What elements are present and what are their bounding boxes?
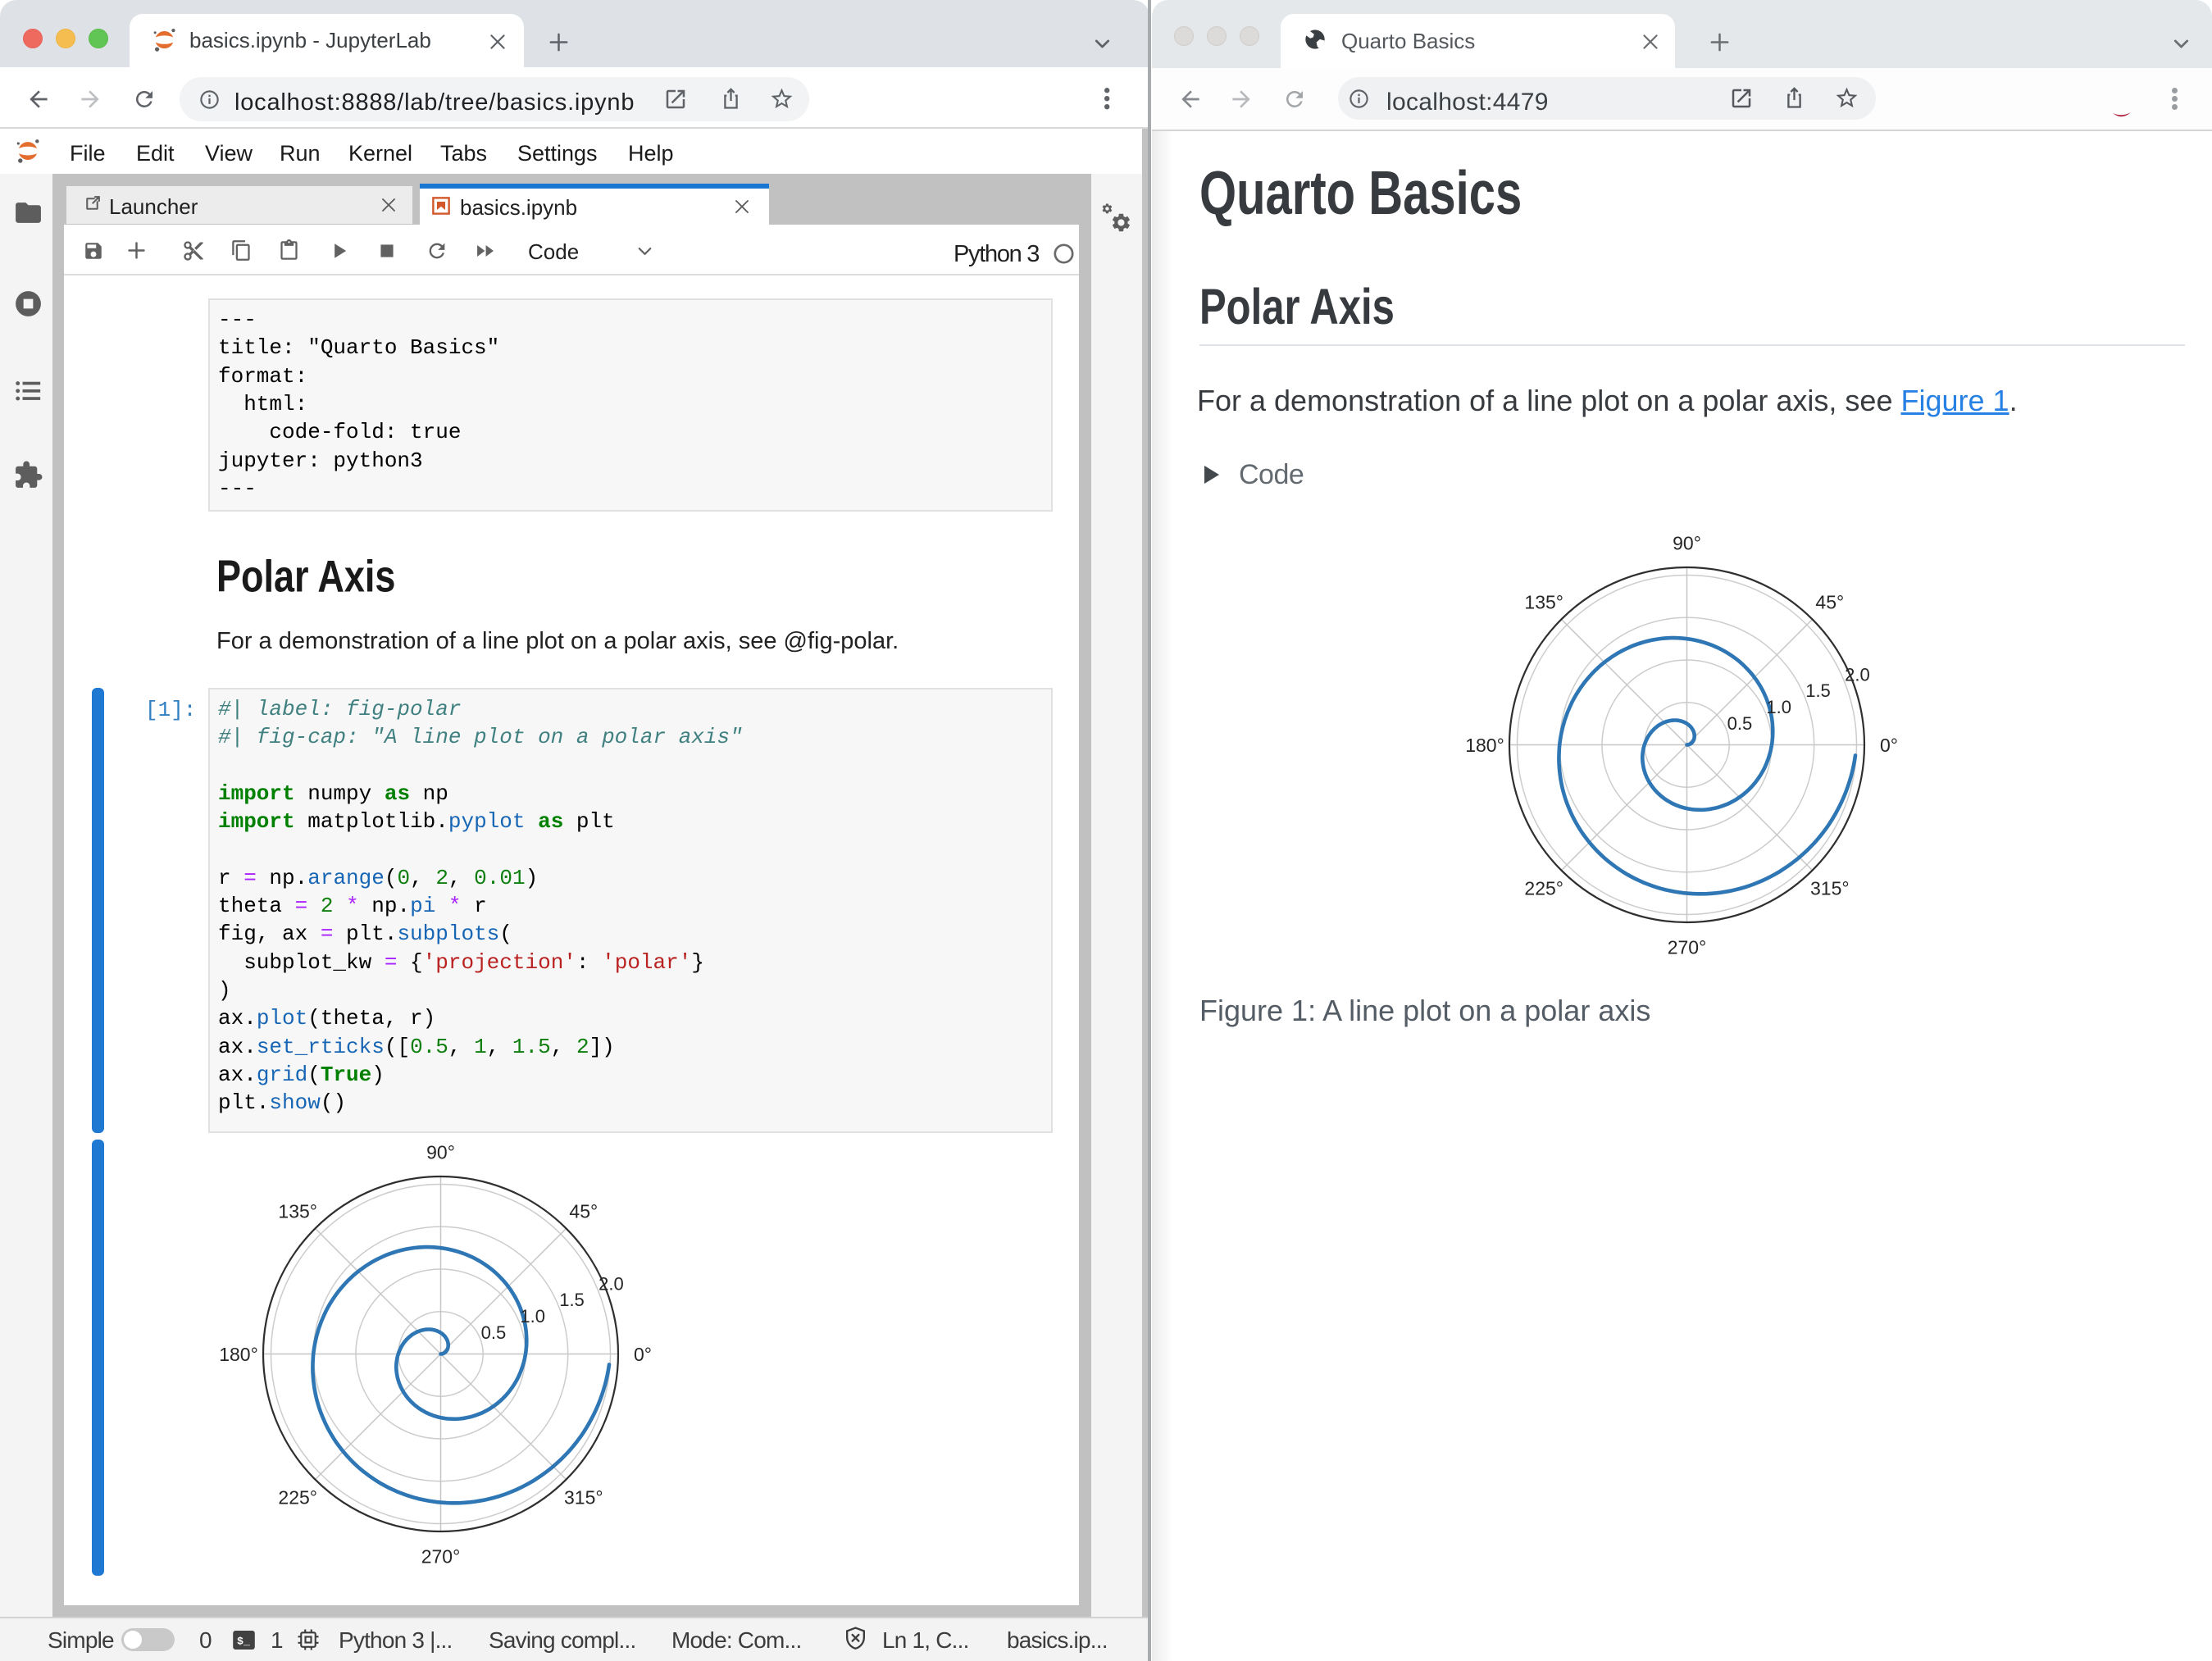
svg-text:1.0: 1.0 <box>520 1306 545 1327</box>
svg-text:0°: 0° <box>634 1344 652 1365</box>
svg-text:1.0: 1.0 <box>1766 697 1791 717</box>
svg-text:0.5: 0.5 <box>481 1322 507 1343</box>
svg-text:225°: 225° <box>1524 877 1563 899</box>
svg-text:0.5: 0.5 <box>1727 713 1753 734</box>
svg-text:45°: 45° <box>1815 592 1844 613</box>
svg-text:180°: 180° <box>1465 735 1504 756</box>
svg-text:90°: 90° <box>426 1142 455 1163</box>
svg-text:135°: 135° <box>1524 592 1563 613</box>
svg-text:315°: 315° <box>564 1486 603 1508</box>
svg-text:1.5: 1.5 <box>1805 680 1831 701</box>
svg-text:$_: $_ <box>237 1635 250 1647</box>
svg-text:1.5: 1.5 <box>559 1290 585 1310</box>
svg-text:45°: 45° <box>569 1201 598 1222</box>
svg-text:225°: 225° <box>278 1486 317 1508</box>
svg-text:2.0: 2.0 <box>1845 664 1870 685</box>
svg-text:90°: 90° <box>1673 533 1701 554</box>
svg-text:0°: 0° <box>1880 735 1898 756</box>
svg-text:270°: 270° <box>421 1546 461 1568</box>
svg-text:135°: 135° <box>278 1201 317 1222</box>
svg-text:315°: 315° <box>1810 877 1850 899</box>
svg-text:270°: 270° <box>1668 937 1707 958</box>
svg-text:180°: 180° <box>219 1344 258 1365</box>
svg-text:2.0: 2.0 <box>599 1273 624 1294</box>
